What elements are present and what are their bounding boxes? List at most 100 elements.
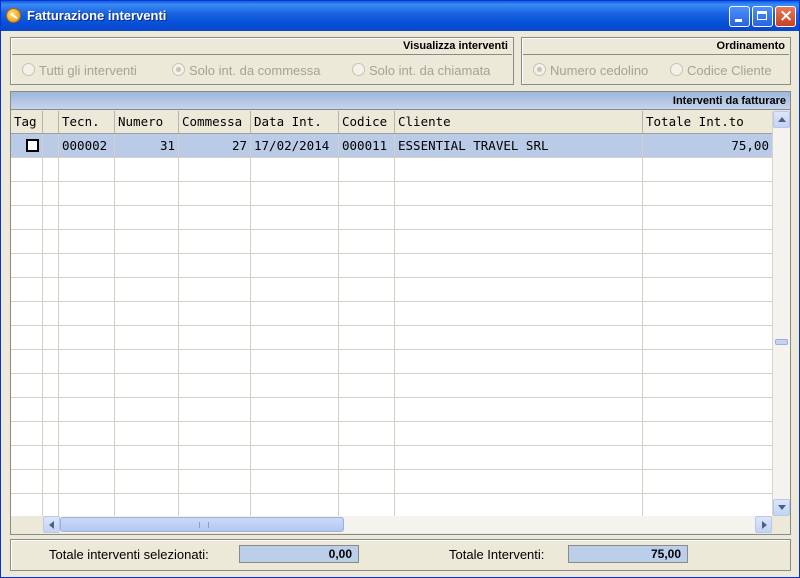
table-row[interactable] — [11, 422, 772, 446]
grid-cell-tecn — [59, 350, 115, 374]
grid-cell-blank — [43, 470, 59, 494]
horizontal-scroll-thumb[interactable] — [60, 517, 344, 532]
grid-cell-tag — [11, 302, 43, 326]
col-header-cliente[interactable]: Cliente — [395, 111, 643, 133]
grid-cell-commessa — [179, 206, 251, 230]
scroll-up-button[interactable] — [773, 111, 790, 128]
table-row[interactable]: 000002 31 27 17/02/2014 000011 ESSENTIAL TRAV… — [11, 134, 772, 158]
close-icon: × — [779, 6, 794, 26]
radio-dot-icon — [22, 63, 35, 76]
radio-numero-cedolino[interactable]: Numero cedolino — [533, 63, 648, 78]
grid-cell-totale — [643, 206, 772, 230]
table-row[interactable] — [11, 278, 772, 302]
scroll-right-button[interactable] — [755, 516, 772, 533]
col-header-tecn[interactable]: Tecn. — [59, 111, 115, 133]
radio-tutti[interactable]: Tutti gli interventi — [22, 63, 137, 78]
arrow-down-icon — [778, 505, 786, 510]
table-row[interactable] — [11, 230, 772, 254]
col-header-totale[interactable]: Totale Int.to — [643, 111, 772, 133]
col-header-tag[interactable]: Tag — [11, 111, 43, 133]
table-row[interactable] — [11, 302, 772, 326]
grid-cell-totale — [643, 374, 772, 398]
grid-cell-tag — [11, 470, 43, 494]
grid-cell-commessa — [179, 350, 251, 374]
radio-codice-cliente[interactable]: Codice Cliente — [670, 63, 772, 78]
grid-cell-tag — [11, 278, 43, 302]
minimize-button[interactable] — [729, 6, 750, 27]
grid-cell-numero — [115, 230, 179, 254]
table-row[interactable] — [11, 254, 772, 278]
table-row[interactable] — [11, 206, 772, 230]
grid-cell-numero — [115, 374, 179, 398]
grid-cell-codice — [339, 470, 395, 494]
table-row[interactable] — [11, 374, 772, 398]
grid-cell-cliente — [395, 230, 643, 254]
grid-cell-tag — [11, 422, 43, 446]
grid-cell-commessa — [179, 470, 251, 494]
col-header-numero[interactable]: Numero — [115, 111, 179, 133]
grid-cell-tecn — [59, 254, 115, 278]
grid-cell-totale — [643, 302, 772, 326]
tag-checkbox[interactable] — [26, 139, 39, 152]
total-value: 75,00 — [568, 545, 688, 563]
table-row[interactable] — [11, 494, 772, 516]
col-header-codice[interactable]: Codice — [339, 111, 395, 133]
grid-cell-numero — [115, 182, 179, 206]
scroll-down-button[interactable] — [773, 499, 790, 516]
table-row[interactable] — [11, 470, 772, 494]
col-header-commessa[interactable]: Commessa — [179, 111, 251, 133]
radio-label: Solo int. da commessa — [189, 63, 321, 78]
radio-label: Solo int. da chiamata — [369, 63, 491, 78]
maximize-button[interactable] — [752, 6, 773, 27]
grid-cell-blank — [43, 422, 59, 446]
grid-cell-codice — [339, 422, 395, 446]
scroll-left-button[interactable] — [43, 516, 60, 533]
grid-cell-cliente — [395, 398, 643, 422]
grid-cell-cliente — [395, 302, 643, 326]
grid-cell-data — [251, 446, 339, 470]
grid-cell-commessa: 27 — [179, 134, 251, 158]
grid-cell-codice — [339, 158, 395, 182]
grid-cell-tag — [11, 254, 43, 278]
grid-cell-numero — [115, 350, 179, 374]
table-row[interactable] — [11, 326, 772, 350]
horizontal-scrollbar[interactable] — [43, 516, 772, 533]
grid-cell-totale — [643, 446, 772, 470]
arrow-left-icon — [49, 521, 54, 529]
ordinamento-group: Ordinamento Numero cedolino Codice Clien… — [521, 37, 791, 85]
grid-cell-codice: 000011 — [339, 134, 395, 158]
grid-cell-tecn — [59, 230, 115, 254]
app-icon — [6, 8, 21, 23]
interventi-grid[interactable]: Tag Tecn. Numero Commessa Data Int. Codi… — [11, 111, 772, 516]
table-row[interactable] — [11, 398, 772, 422]
grid-cell-commessa — [179, 230, 251, 254]
grid-cell-tecn — [59, 374, 115, 398]
grid-cell-data — [251, 278, 339, 302]
grid-cell-codice — [339, 206, 395, 230]
title-bar[interactable]: Fatturazione interventi × — [1, 1, 799, 31]
table-row[interactable] — [11, 158, 772, 182]
ordinamento-header: Ordinamento — [523, 39, 789, 55]
col-header-data[interactable]: Data Int. — [251, 111, 339, 133]
radio-solo-commessa[interactable]: Solo int. da commessa — [172, 63, 321, 78]
grid-cell-totale — [643, 470, 772, 494]
close-button[interactable]: × — [775, 6, 796, 27]
grid-cell-tag — [11, 374, 43, 398]
grid-cell-blank — [43, 302, 59, 326]
radio-solo-chiamata[interactable]: Solo int. da chiamata — [352, 63, 490, 78]
table-row[interactable] — [11, 182, 772, 206]
grid-cell-commessa — [179, 494, 251, 516]
vertical-scrollbar[interactable] — [772, 111, 790, 516]
grid-cell-tecn — [59, 158, 115, 182]
grid-cell-data — [251, 470, 339, 494]
grid-cell-codice — [339, 494, 395, 516]
col-header-blank[interactable] — [43, 111, 59, 133]
grid-cell-blank — [43, 230, 59, 254]
grid-cell-totale — [643, 422, 772, 446]
grid-cell-data — [251, 422, 339, 446]
total-label: Totale Interventi: — [449, 547, 545, 562]
table-row[interactable] — [11, 446, 772, 470]
interventi-panel: Interventi da fatturare Tag Tecn. Numero… — [10, 91, 791, 535]
vertical-scroll-thumb[interactable] — [775, 339, 788, 345]
table-row[interactable] — [11, 350, 772, 374]
